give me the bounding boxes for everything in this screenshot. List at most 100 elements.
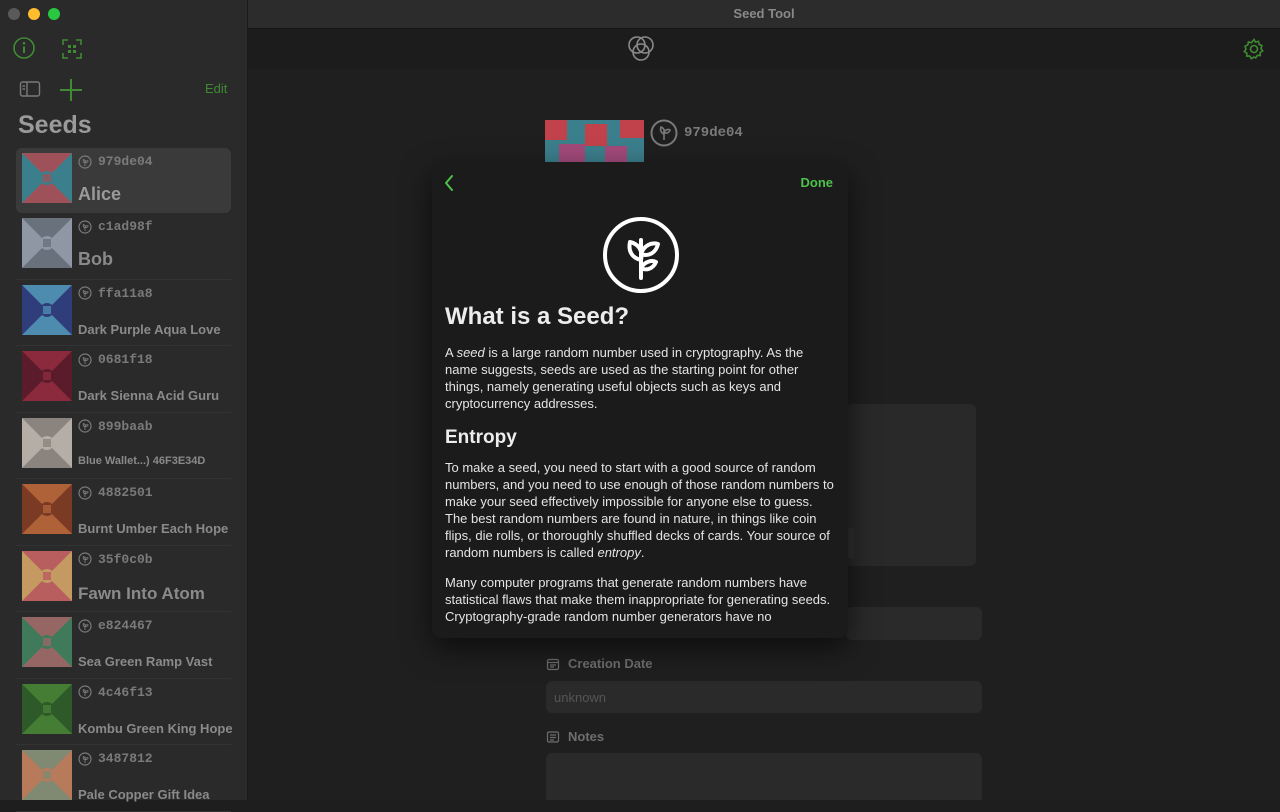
add-seed-icon[interactable] — [58, 77, 84, 103]
seed-thumbnail — [22, 351, 72, 401]
qr-scan-icon[interactable] — [60, 37, 84, 61]
seed-list-item[interactable]: 0681f18 Dark Sienna Acid Guru — [16, 346, 231, 413]
info-icon[interactable] — [12, 36, 36, 60]
seed-list-item[interactable]: 4882501 Burnt Umber Each Hope — [16, 479, 231, 546]
seed-thumbnail — [22, 550, 72, 601]
seed-sprout-icon — [78, 352, 92, 367]
seed-id: 0681f18 — [78, 352, 153, 367]
detail-field-backdrop — [846, 607, 982, 640]
seed-sprout-icon — [78, 751, 92, 766]
seed-id: 4c46f13 — [78, 685, 153, 700]
seed-id-text: 4882501 — [98, 485, 153, 500]
seed-name: Burnt Umber Each Hope — [78, 521, 229, 536]
notes-icon — [546, 730, 560, 743]
sidebar-heading: Seeds — [18, 111, 92, 139]
seed-id-text: 899baab — [98, 418, 153, 434]
seed-list-item[interactable]: ffa11a8 Dark Purple Aqua Love — [16, 280, 231, 346]
calendar-icon — [546, 658, 560, 670]
detail-seed-id: 979de04 — [650, 119, 743, 147]
seed-list-item[interactable]: 4c46f13 Kombu Green King Hope — [16, 679, 233, 745]
seed-id-text: 979de04 — [98, 154, 153, 169]
seed-sprout-icon — [78, 485, 92, 500]
close-window-button[interactable] — [8, 8, 20, 20]
seed-list-item[interactable]: 3487812 Pale Copper Gift Idea — [16, 745, 231, 812]
entropy-paragraph: To make a seed, you need to start with a… — [445, 460, 834, 560]
creation-date-value: unknown — [554, 690, 607, 705]
seed-list-item[interactable]: e824467 Sea Green Ramp Vast — [16, 612, 231, 679]
detail-backdrop-panel — [846, 404, 976, 566]
seed-id-text: 4c46f13 — [98, 684, 153, 700]
seed-id: 35f0c0b — [78, 552, 153, 567]
seed-thumbnail — [22, 218, 72, 268]
seed-name: Sea Green Ramp Vast — [78, 654, 213, 669]
creation-date-field[interactable]: unknown — [546, 681, 982, 713]
edit-button[interactable]: Edit — [205, 81, 227, 96]
notes-field[interactable] — [546, 753, 982, 800]
seed-id-text: 0681f18 — [98, 352, 153, 367]
window-title: Seed Tool — [733, 6, 795, 21]
detail-seed-thumbnail — [545, 120, 644, 162]
seed-id: 4882501 — [78, 485, 153, 500]
seed-thumbnail — [22, 617, 72, 667]
seed-id-text: e824467 — [98, 618, 153, 633]
maximize-window-button[interactable] — [48, 8, 60, 20]
seed-name: Dark Sienna Acid Guru — [78, 388, 220, 403]
seed-sprout-icon — [78, 685, 92, 699]
seed-sprout-icon — [78, 552, 92, 566]
seed-id-text: 35f0c0b — [98, 551, 153, 567]
seed-thumbnail — [22, 153, 72, 203]
creation-date-label-text: Creation Date — [568, 656, 653, 671]
sheet-title: What is a Seed? — [445, 303, 630, 330]
seed-name: Kombu Green King Hope — [78, 720, 233, 736]
seed-id: ffa11a8 — [78, 286, 153, 301]
seed-sprout-icon — [78, 618, 92, 633]
settings-gear-icon[interactable] — [1242, 37, 1266, 61]
seed-id-text: c1ad98f — [98, 219, 153, 234]
seed-id: e824467 — [78, 618, 153, 633]
title-bar: Seed Tool — [248, 0, 1280, 29]
back-chevron-icon[interactable] — [440, 173, 460, 193]
seed-sprout-icon — [650, 119, 678, 147]
seed-list-item[interactable]: 35f0c0b Fawn Into Atom — [16, 546, 231, 612]
seed-id: 979de04 — [78, 154, 153, 169]
seed-id: 3487812 — [78, 751, 153, 766]
seed-thumbnail — [22, 284, 72, 335]
seed-sprout-icon — [78, 419, 92, 433]
notes-label-text: Notes — [568, 729, 605, 744]
seed-id: c1ad98f — [78, 219, 153, 234]
notes-label: Notes — [546, 729, 604, 744]
sidebar: Edit Seeds 979de04 Alice c1ad98f Bob ffa11a8… — [0, 0, 248, 812]
entropy-heading: Entropy — [445, 427, 517, 448]
seed-name: Alice — [78, 184, 122, 204]
seed-list-item[interactable]: 979de04 Alice — [16, 148, 231, 213]
intro-paragraph: A seed is a large random number used in … — [445, 345, 804, 411]
window-controls — [8, 8, 60, 20]
main-toolbar — [248, 29, 1280, 69]
seed-thumbnail — [22, 750, 72, 800]
app-logo-icon — [625, 33, 657, 65]
seed-sprout-logo-icon — [602, 216, 680, 299]
done-button[interactable]: Done — [801, 175, 834, 190]
seed-id: 899baab — [78, 419, 153, 434]
seed-name: Bob — [78, 249, 113, 269]
detail-seed-id-text: 979de04 — [684, 125, 743, 141]
seed-thumbnail — [22, 484, 72, 534]
seed-list-item[interactable]: c1ad98f Bob — [16, 213, 231, 280]
seed-name: Blue Wallet...) 46F3E34D — [78, 454, 206, 467]
seed-id-text: ffa11a8 — [98, 285, 153, 301]
seed-name: Dark Purple Aqua Love — [78, 321, 221, 337]
seed-thumbnail — [22, 683, 72, 734]
minimize-window-button[interactable] — [28, 8, 40, 20]
sidebar-toggle-icon[interactable] — [19, 80, 41, 98]
creation-date-label: Creation Date — [546, 656, 653, 671]
seed-list-item[interactable]: 899baab Blue Wallet...) 46F3E34D — [16, 413, 231, 479]
seed-thumbnail — [22, 417, 72, 468]
seed-list: 979de04 Alice c1ad98f Bob ffa11a8 Dark Purple… — [16, 148, 233, 812]
seed-id-text: 3487812 — [98, 751, 153, 766]
seed-sprout-icon — [78, 154, 92, 169]
seed-sprout-icon — [78, 219, 92, 234]
seed-sprout-icon — [78, 286, 92, 300]
seed-name: Fawn Into Atom — [78, 583, 205, 603]
what-is-seed-sheet: Done What is a Seed? A seed is a large r… — [432, 163, 848, 638]
rng-paragraph: Many computer programs that generate ran… — [445, 575, 831, 624]
